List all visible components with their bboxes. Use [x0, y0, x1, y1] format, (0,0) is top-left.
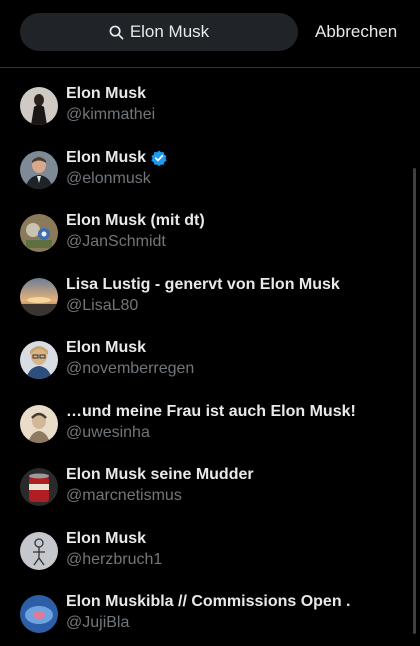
user-display-name: …und meine Frau ist auch Elon Musk! [66, 402, 356, 420]
user-result-row[interactable]: Lisa Lustig - genervt von Elon Musk @Lis… [0, 260, 420, 324]
user-display-name: Elon Musk [66, 148, 147, 166]
search-query: Elon Musk [129, 22, 210, 41]
cartoon-avatar [20, 214, 58, 252]
user-name-line: Elon Musk seine Mudder [66, 466, 254, 484]
woman-glasses-avatar [20, 341, 58, 379]
user-handle: @herzbruch1 [66, 550, 163, 568]
user-handle: @novemberregen [66, 360, 195, 377]
user-name-line: Elon Musk (mit dt) [66, 212, 205, 230]
sunset-landscape-avatar [20, 277, 58, 316]
user-name-line: Elon Musk [66, 85, 146, 103]
user-name-line: …und meine Frau ist auch Elon Musk! [66, 403, 356, 421]
user-result-row[interactable]: Elon Musk @novemberregen [0, 323, 420, 387]
user-display-name: Elon Musk [66, 339, 147, 356]
user-handle: @kimmathei [66, 106, 156, 123]
user-handle: @JujiBla [66, 614, 130, 631]
user-display-name: Elon Muskibla // Commissions Open . [66, 593, 351, 610]
user-display-name: Elon Musk [66, 85, 147, 102]
user-result-row[interactable]: Elon Musk @kimmathei [0, 69, 420, 133]
user-name-line: Elon Musk [66, 339, 146, 357]
search-input[interactable]: Elon Musk [20, 13, 298, 51]
search-header: Elon Musk Abbrechen [0, 0, 420, 68]
user-name-line: Elon Musk [66, 530, 146, 548]
user-result-row[interactable]: Elon Musk seine Mudder @marcnetismus [0, 450, 420, 514]
blue-art-avatar [20, 595, 58, 633]
user-result-row[interactable]: Elon Musk @herzbruch1 [0, 514, 420, 578]
user-display-name: Elon Musk [66, 529, 147, 547]
sketch-portrait-avatar [20, 404, 58, 443]
user-handle: @LisaL80 [66, 296, 139, 314]
user-display-name: Lisa Lustig - genervt von Elon Musk [66, 275, 340, 293]
user-result-row[interactable]: …und meine Frau ist auch Elon Musk! @uwe… [0, 387, 420, 451]
cancel-button[interactable]: Abbrechen [315, 22, 397, 42]
user-handle: @uwesinha [66, 423, 150, 441]
user-name-line: Elon Muskibla // Commissions Open . [66, 593, 351, 611]
man-suit-avatar [20, 150, 58, 189]
user-name-line: Lisa Lustig - genervt von Elon Musk [66, 276, 340, 294]
user-display-name: Elon Musk seine Mudder [66, 466, 254, 483]
user-display-name: Elon Musk (mit dt) [66, 212, 205, 229]
red-can-avatar [20, 468, 58, 506]
results-scrollbar[interactable] [413, 168, 416, 634]
search-results-list: Elon Musk @kimmathei Elon Musk @elonmusk… [0, 69, 420, 646]
user-handle: @marcnetismus [66, 487, 182, 504]
verified-badge-icon [151, 150, 167, 166]
search-icon [109, 25, 124, 40]
person-dark-dress-avatar [20, 87, 58, 125]
user-name-line: Elon Musk [66, 149, 167, 167]
user-result-row[interactable]: Elon Musk @elonmusk [0, 133, 420, 197]
user-handle: @JanSchmidt [66, 233, 166, 250]
drawing-figure-avatar [20, 531, 58, 570]
user-handle: @elonmusk [66, 169, 151, 187]
user-result-row[interactable]: Elon Muskibla // Commissions Open . @Juj… [0, 577, 420, 641]
user-result-row[interactable]: Elon Musk (mit dt) @JanSchmidt [0, 196, 420, 260]
